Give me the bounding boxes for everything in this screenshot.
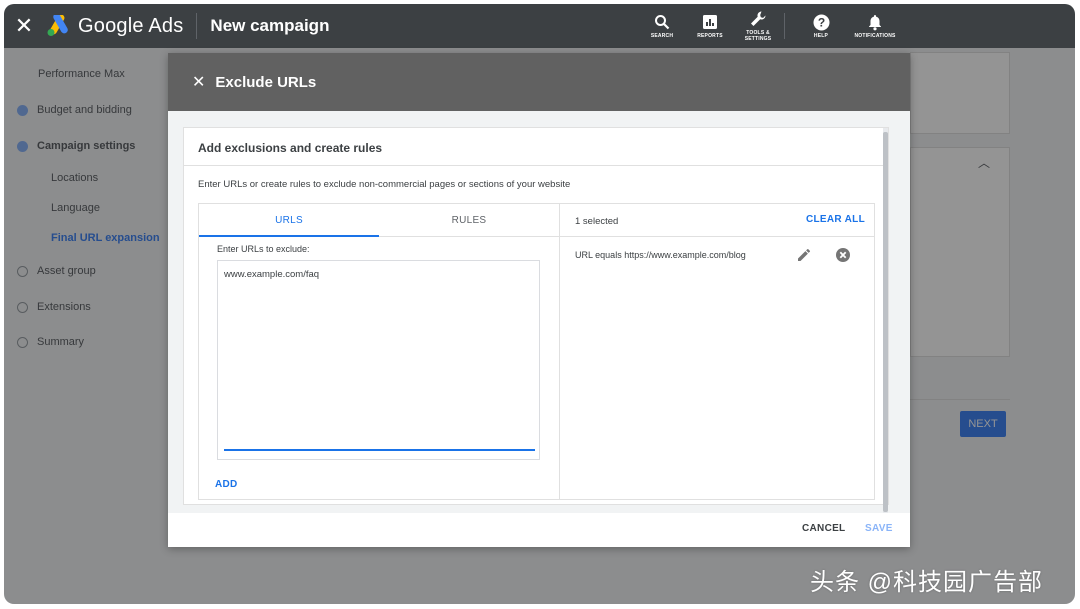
google-ads-logo-icon xyxy=(47,15,68,36)
add-button[interactable]: ADD xyxy=(215,479,238,490)
help-button[interactable]: ? HELP xyxy=(803,13,839,39)
remove-circle-icon[interactable] xyxy=(835,247,851,263)
search-icon xyxy=(654,13,670,31)
google-ads-logo[interactable]: Google Ads xyxy=(46,15,183,38)
urls-input[interactable]: www.example.com/faq xyxy=(217,260,540,460)
selected-exclusions-pane: 1 selected CLEAR ALL URL equals https://… xyxy=(559,203,875,500)
cancel-button[interactable]: CANCEL xyxy=(802,523,845,534)
help-label: HELP xyxy=(813,33,829,39)
close-icon[interactable]: ✕ xyxy=(4,4,44,48)
search-button[interactable]: SEARCH xyxy=(644,13,680,39)
exclude-urls-dialog: ✕ Exclude URLs Add exclusions and create… xyxy=(168,53,910,547)
urls-field-label: Enter URLs to exclude: xyxy=(217,244,310,254)
clear-all-button[interactable]: CLEAR ALL xyxy=(806,214,865,225)
reports-label: REPORTS xyxy=(697,33,723,39)
search-label: SEARCH xyxy=(650,33,674,39)
divider xyxy=(196,13,198,39)
url-entry-pane: URLS RULES Enter URLs to exclude: www.ex… xyxy=(198,203,559,500)
dialog-footer: CANCEL SAVE xyxy=(168,513,910,547)
tools-settings-button[interactable]: TOOLS & SETTINGS xyxy=(740,10,776,42)
svg-text:?: ? xyxy=(817,15,824,29)
help-icon: ? xyxy=(813,13,830,31)
logo-text: Google Ads xyxy=(78,14,184,37)
reports-icon xyxy=(702,13,718,31)
rule-text: URL equals https://www.example.com/blog xyxy=(575,250,746,260)
notifications-button[interactable]: NOTIFICATIONS xyxy=(851,13,899,39)
dialog-header: ✕ Exclude URLs xyxy=(168,53,910,111)
list-item: URL equals https://www.example.com/blog xyxy=(560,237,874,273)
card-description: Enter URLs or create rules to exclude no… xyxy=(198,179,571,190)
save-button[interactable]: SAVE xyxy=(865,523,893,534)
tab-urls[interactable]: URLS xyxy=(199,204,379,237)
scrollbar[interactable] xyxy=(883,128,888,518)
browser-frame: ✕ Google Ads New campaign SEARCH REPORTS… xyxy=(4,4,1075,604)
scrollbar-thumb[interactable] xyxy=(883,132,888,512)
close-icon[interactable]: ✕ xyxy=(192,72,205,92)
input-focus-underline xyxy=(224,449,535,451)
watermark: 头条 @科技园广告部 xyxy=(810,569,1044,596)
toolbar: SEARCH REPORTS TOOLS & SETTINGS ? HELP N… xyxy=(638,4,905,48)
tab-bar: URLS RULES xyxy=(199,204,559,237)
divider xyxy=(184,165,888,166)
reports-button[interactable]: REPORTS xyxy=(692,13,728,39)
selected-header: 1 selected CLEAR ALL xyxy=(560,204,874,237)
app-bar: ✕ Google Ads New campaign SEARCH REPORTS… xyxy=(4,4,1075,48)
notifications-label: NOTIFICATIONS xyxy=(854,33,896,39)
pencil-icon[interactable] xyxy=(796,247,812,263)
toolbar-divider xyxy=(784,13,785,39)
selected-count: 1 selected xyxy=(575,216,619,227)
page-title: New campaign xyxy=(210,16,330,35)
dialog-title: Exclude URLs xyxy=(215,73,317,91)
wrench-icon xyxy=(749,10,767,28)
tab-rules[interactable]: RULES xyxy=(379,204,559,236)
card-title: Add exclusions and create rules xyxy=(198,141,383,155)
dialog-body: Add exclusions and create rules Enter UR… xyxy=(168,111,910,518)
bell-icon xyxy=(867,13,883,31)
tools-settings-label: TOOLS & SETTINGS xyxy=(744,30,772,42)
exclusions-card: Add exclusions and create rules Enter UR… xyxy=(183,127,889,518)
